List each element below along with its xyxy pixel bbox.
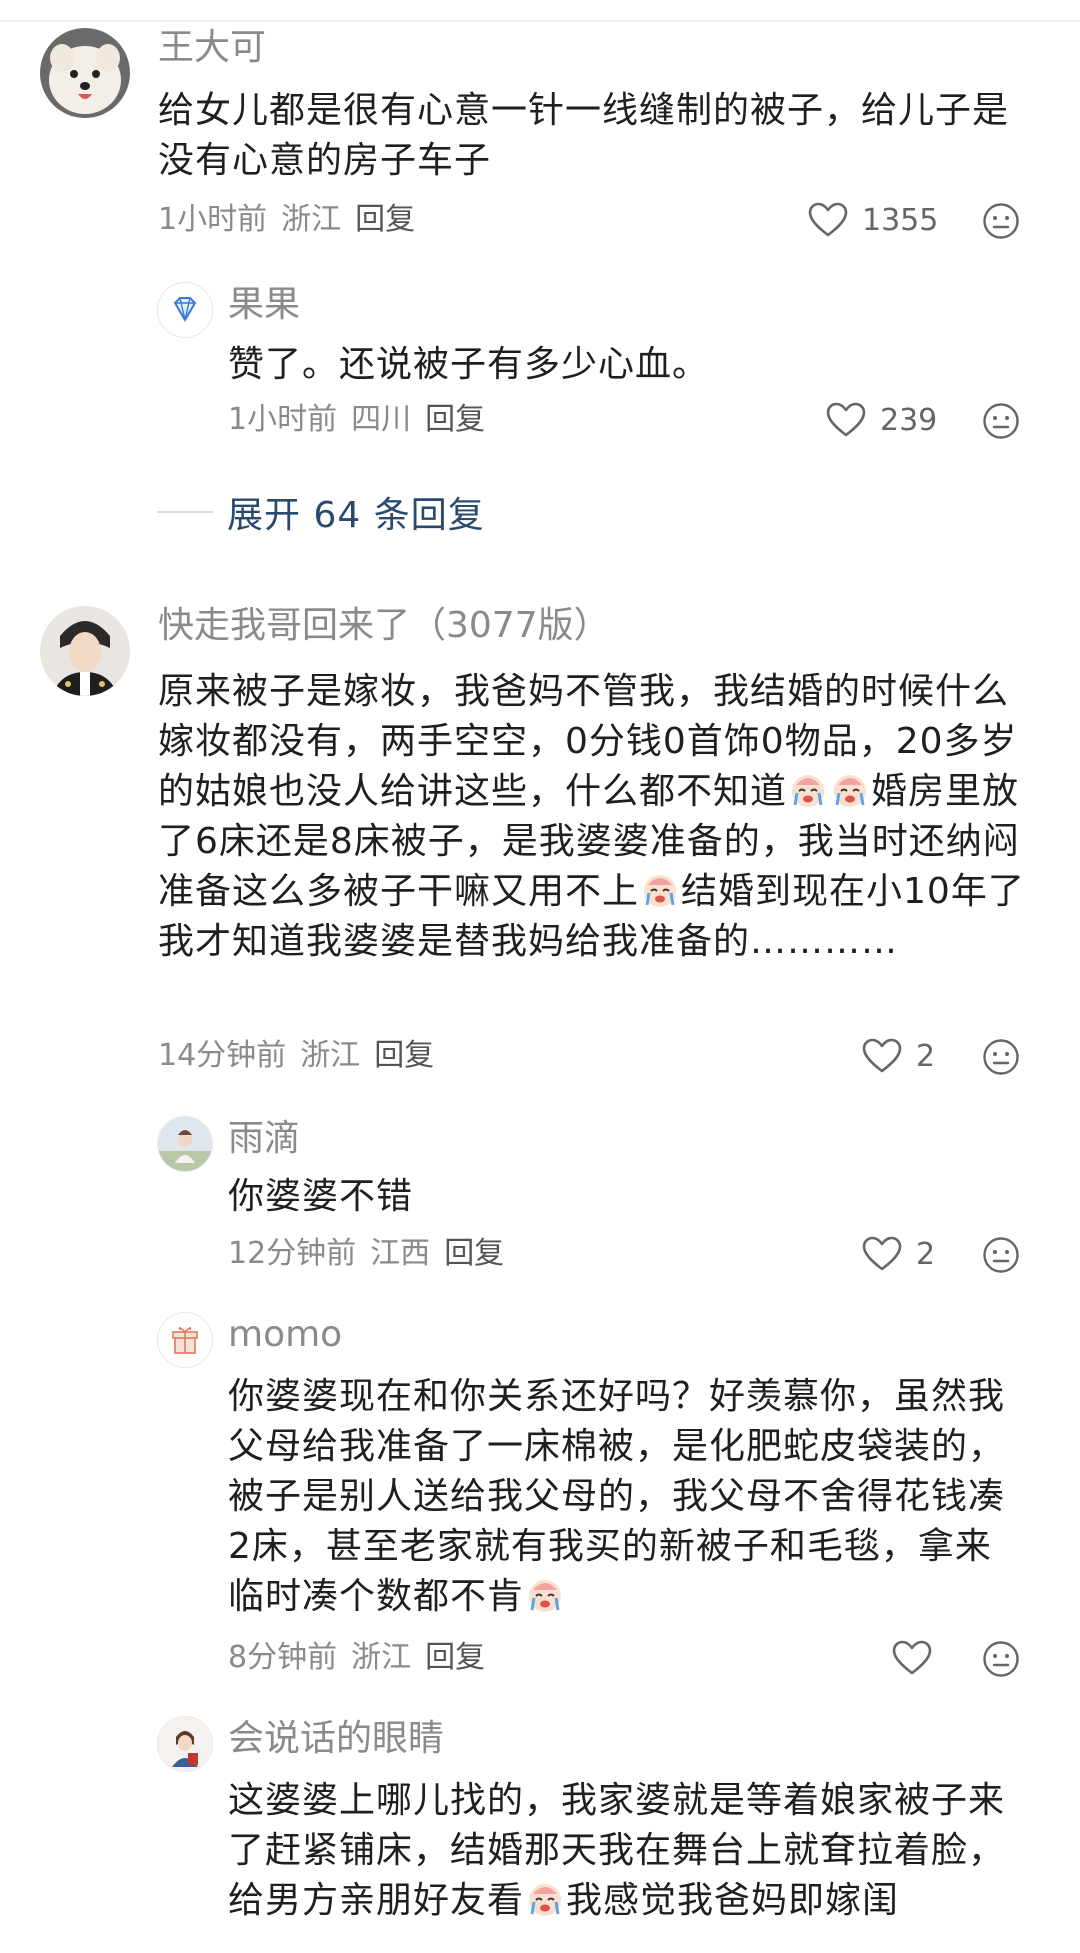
neutral-face-icon[interactable]	[982, 1038, 1020, 1076]
comment-text-part: 你婆婆现在和你关系还好吗？好羡慕你，虽然我父母给我准备了一床棉被，是化肥蛇皮袋装…	[228, 1376, 1006, 1617]
expand-replies-label: 展开 64 条回复	[227, 495, 485, 536]
heart-outline-icon	[862, 1236, 902, 1271]
comment-text: 赞了。还说被子有多少心血。	[228, 344, 710, 385]
comment-text: 你婆婆现在和你关系还好吗？好羡慕你，虽然我父母给我准备了一床棉被，是化肥蛇皮袋装…	[228, 1372, 1018, 1622]
location: 浙江	[281, 202, 342, 237]
crying-face-emoji	[529, 1884, 562, 1916]
avatar[interactable]	[157, 282, 213, 338]
heart-outline-icon	[808, 202, 848, 237]
reply-button[interactable]: 回复	[374, 1038, 434, 1073]
comment-meta: 1小时前 浙江 回复	[158, 200, 429, 240]
timestamp: 1小时前	[158, 202, 268, 237]
crying-face-emoji	[644, 875, 677, 907]
location: 浙江	[300, 1038, 361, 1073]
username[interactable]: 快走我哥回来了（3077版）	[158, 604, 610, 648]
reply-button[interactable]: 回复	[355, 202, 415, 237]
comment-meta: 8分钟前 浙江 回复	[228, 1638, 499, 1678]
like-count: 2	[916, 1038, 936, 1074]
username[interactable]: 王大可	[158, 26, 266, 70]
comment-meta: 1小时前 四川 回复	[228, 400, 499, 440]
avatar[interactable]	[157, 1116, 213, 1172]
expand-replies-button[interactable]: 展开 64 条回复	[157, 486, 485, 538]
expand-divider	[157, 511, 213, 513]
username[interactable]: 会说话的眼睛	[228, 1717, 444, 1761]
comment-text: 你婆婆不错	[228, 1176, 414, 1217]
neutral-face-icon[interactable]	[982, 402, 1020, 440]
heart-outline-icon	[892, 1640, 932, 1675]
location: 四川	[351, 402, 412, 437]
location: 江西	[370, 1236, 431, 1271]
neutral-face-icon[interactable]	[982, 1640, 1020, 1678]
like-button[interactable]: 2	[862, 1232, 935, 1276]
avatar[interactable]	[40, 28, 130, 118]
comment-meta: 14分钟前 浙江 回复	[158, 1036, 448, 1076]
neutral-face-icon[interactable]	[982, 202, 1020, 240]
avatar[interactable]	[40, 606, 130, 696]
avatar[interactable]	[157, 1716, 213, 1772]
comment-text: 原来被子是嫁妆，我爸妈不管我，我结婚的时候什么嫁妆都没有，两手空空，0分钱0首饰…	[158, 667, 1028, 967]
crying-face-emoji	[792, 775, 825, 807]
heart-outline-icon	[826, 402, 866, 437]
avatar[interactable]	[157, 1312, 213, 1368]
like-button[interactable]: 2	[862, 1034, 935, 1078]
username[interactable]: 雨滴	[228, 1117, 300, 1161]
crying-face-emoji	[834, 775, 867, 807]
neutral-face-icon[interactable]	[982, 1236, 1020, 1274]
timestamp: 12分钟前	[228, 1236, 357, 1271]
comment-text-part: 我感觉我爸妈即嫁闺	[566, 1880, 900, 1921]
timestamp: 1小时前	[228, 402, 338, 437]
like-count: 2	[916, 1236, 936, 1272]
like-count: 1355	[862, 202, 939, 238]
reply-button[interactable]: 回复	[425, 402, 485, 437]
like-button[interactable]	[892, 1636, 932, 1680]
heart-outline-icon	[862, 1038, 902, 1073]
reply-button[interactable]: 回复	[444, 1236, 504, 1271]
reply-button[interactable]: 回复	[425, 1640, 485, 1675]
comment-meta: 12分钟前 江西 回复	[228, 1234, 518, 1274]
comment-text: 给女儿都是很有心意一针一线缝制的被子，给儿子是没有心意的房子车子	[158, 90, 1010, 181]
timestamp: 8分钟前	[228, 1640, 338, 1675]
crying-face-emoji	[529, 1580, 562, 1612]
location: 浙江	[351, 1640, 412, 1675]
like-button[interactable]: 239	[826, 398, 937, 442]
username[interactable]: 果果	[228, 283, 300, 327]
timestamp: 14分钟前	[158, 1038, 287, 1073]
top-divider	[0, 20, 1080, 22]
like-button[interactable]: 1355	[808, 198, 938, 242]
like-count: 239	[880, 402, 938, 438]
comment-text: 这婆婆上哪儿找的，我家婆就是等着娘家被子来了赶紧铺床，结婚那天我在舞台上就耷拉着…	[228, 1776, 1018, 1926]
username[interactable]: momo	[228, 1313, 342, 1357]
